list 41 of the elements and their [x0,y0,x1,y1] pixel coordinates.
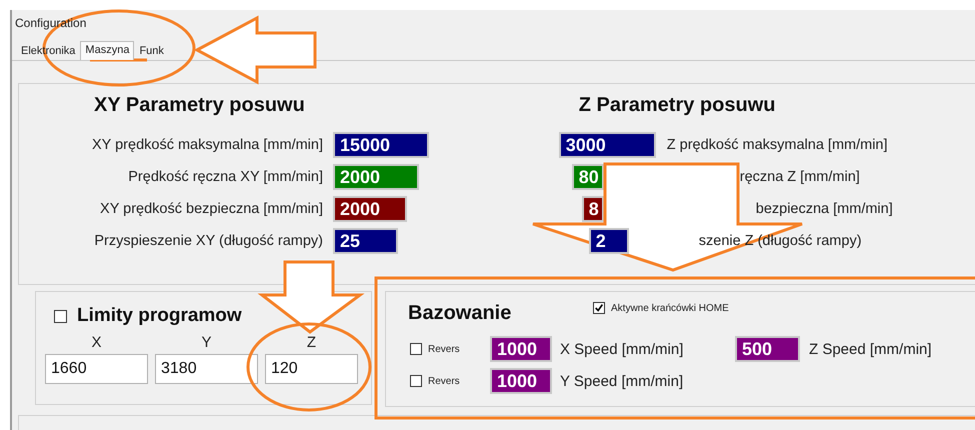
value-field[interactable]: 1000 [490,368,552,394]
value-field[interactable]: 3000 [558,132,656,158]
field-label: Przyspieszenie XY (długość rampy) [93,233,323,249]
section-title: Z Parametry posuwu [578,93,776,118]
value-field[interactable]: 2000 [333,196,407,222]
value-field[interactable]: 8 [582,196,604,222]
value-field[interactable]: 1000 [490,336,552,362]
field-label: bezpieczna [mm/min] [756,201,893,217]
annotation-underline [90,58,147,62]
field-label: ręczna Z [mm/min] [740,169,860,185]
group-title: Limity programow [77,305,242,327]
checkbox[interactable] [410,343,422,355]
value-field[interactable]: 25 [333,228,398,254]
field-label: XY prędkość bezpieczna [mm/min] [99,201,323,217]
checkbox[interactable] [54,310,67,322]
checkbox-label: Revers [428,344,460,354]
field-label: XY prędkość maksymalna [mm/min] [91,137,323,153]
section-title: XY Parametry posuwu [94,93,305,118]
field-label: Prędkość ręczna XY [mm/min] [127,169,323,185]
tab[interactable]: Maszyna [80,41,134,60]
field-label: Z Speed [mm/min] [809,340,933,358]
field-label: X Speed [mm/min] [560,340,684,358]
group-title: Bazowanie [408,302,512,325]
value-field[interactable]: 2 [588,228,629,254]
value-field[interactable]: 2000 [333,164,419,190]
axis-label: Z [306,334,318,353]
value-field[interactable]: 15000 [333,132,429,158]
checkbox[interactable] [410,375,422,387]
checkbox[interactable] [593,302,605,314]
tab[interactable]: Funk [134,42,169,60]
checkbox-label: Aktywne krańcówki HOME [611,302,729,314]
axis-label: X [90,334,102,353]
axis-label: Y [200,334,212,353]
input-field[interactable]: 120 [265,354,358,384]
field-label: Z prędkość maksymalna [mm/min] [666,137,888,153]
value-field[interactable]: 80 [572,164,604,190]
field-label: Y Speed [mm/min] [560,372,684,390]
value-field[interactable]: 500 [735,336,800,362]
input-field[interactable]: 1660 [45,354,148,384]
input-field[interactable]: 3180 [155,354,258,384]
checkbox-label: Revers [428,376,460,386]
